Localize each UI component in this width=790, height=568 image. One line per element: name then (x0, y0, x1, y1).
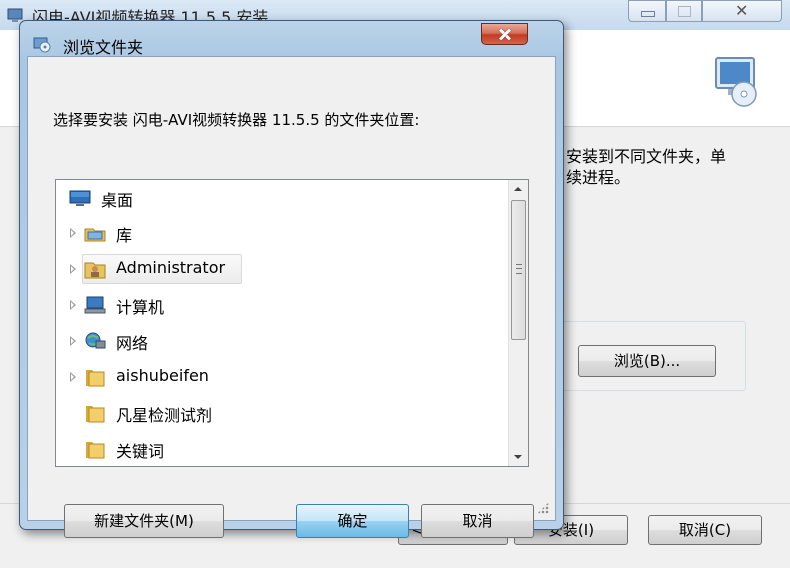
install-cd-icon (715, 57, 757, 107)
tree-item-label: 凡星检测试剂 (116, 406, 213, 425)
tree-item-administrator[interactable]: Administrator (56, 254, 506, 284)
folder-icon (86, 406, 105, 423)
folder-tree[interactable]: 桌面 库 Administrator 计算机 网络 aishubeifen 凡星… (55, 179, 529, 467)
close-icon: ✕ (735, 1, 749, 20)
computer-icon (84, 296, 106, 314)
tree-item-computer[interactable]: 计算机 (56, 290, 506, 320)
desktop-icon (69, 190, 91, 206)
library-icon (84, 228, 106, 242)
tree-item-library[interactable]: 库 (56, 218, 506, 248)
tree-item-label: 库 (116, 226, 133, 245)
installer-browse-button[interactable]: 浏览(B)... (578, 345, 716, 377)
dialog-prompt: 选择要安装 闪电-AVI视频转换器 11.5.5 的文件夹位置: (53, 111, 420, 129)
expand-arrow-icon[interactable] (70, 372, 76, 382)
new-folder-button[interactable]: 新建文件夹(M) (64, 504, 224, 538)
ok-button[interactable]: 确定 (296, 504, 409, 538)
installer-cancel-button[interactable]: 取消(C) (648, 515, 762, 545)
dialog-cancel-button[interactable]: 取消 (421, 504, 534, 538)
tree-item-desktop[interactable]: 桌面 (56, 183, 506, 213)
folder-icon (86, 442, 105, 459)
user-folder-icon (84, 262, 106, 279)
tree-scrollbar[interactable] (508, 180, 528, 466)
dialog-content: 选择要安装 闪电-AVI视频转换器 11.5.5 的文件夹位置: 桌面 库 Ad… (27, 56, 556, 538)
folder-icon (86, 370, 105, 387)
tree-item-keywords[interactable]: 关键词 (56, 434, 506, 464)
expand-arrow-icon[interactable] (70, 336, 76, 346)
tree-item-network[interactable]: 网络 (56, 326, 506, 356)
tree-item-label: aishubeifen (116, 366, 209, 385)
resize-grip-icon[interactable] (537, 502, 549, 514)
tree-item-label: 计算机 (116, 298, 165, 317)
dialog-folder-icon (33, 37, 51, 53)
expand-arrow-icon[interactable] (70, 300, 76, 310)
tree-item-label: Administrator (116, 258, 226, 277)
maximize-button[interactable] (666, 0, 702, 22)
minimize-button[interactable] (628, 0, 666, 22)
browse-folder-dialog: 浏览文件夹 选择要安装 闪电-AVI视频转换器 11.5.5 的文件夹位置: 桌… (19, 20, 564, 538)
expand-arrow-icon[interactable] (70, 228, 76, 238)
grip-icon (516, 264, 522, 274)
expand-arrow-icon[interactable] (70, 264, 76, 274)
tree-item-fanxing[interactable]: 凡星检测试剂 (56, 398, 506, 428)
scroll-down-arrow-icon[interactable] (509, 448, 528, 466)
dialog-title: 浏览文件夹 (63, 38, 144, 57)
dialog-close-button[interactable] (481, 23, 528, 45)
tree-item-label: 网络 (116, 334, 149, 353)
scroll-thumb[interactable] (511, 200, 526, 340)
installer-close-button[interactable]: ✕ (702, 0, 782, 22)
tree-item-label: 桌面 (101, 191, 134, 210)
tree-item-label: 关键词 (116, 442, 165, 461)
scroll-up-arrow-icon[interactable] (509, 180, 528, 198)
tree-item-aishubeifen[interactable]: aishubeifen (56, 362, 506, 392)
installer-description: 安装到不同文件夹，单 续进程。 (566, 147, 727, 187)
network-icon (85, 332, 106, 349)
